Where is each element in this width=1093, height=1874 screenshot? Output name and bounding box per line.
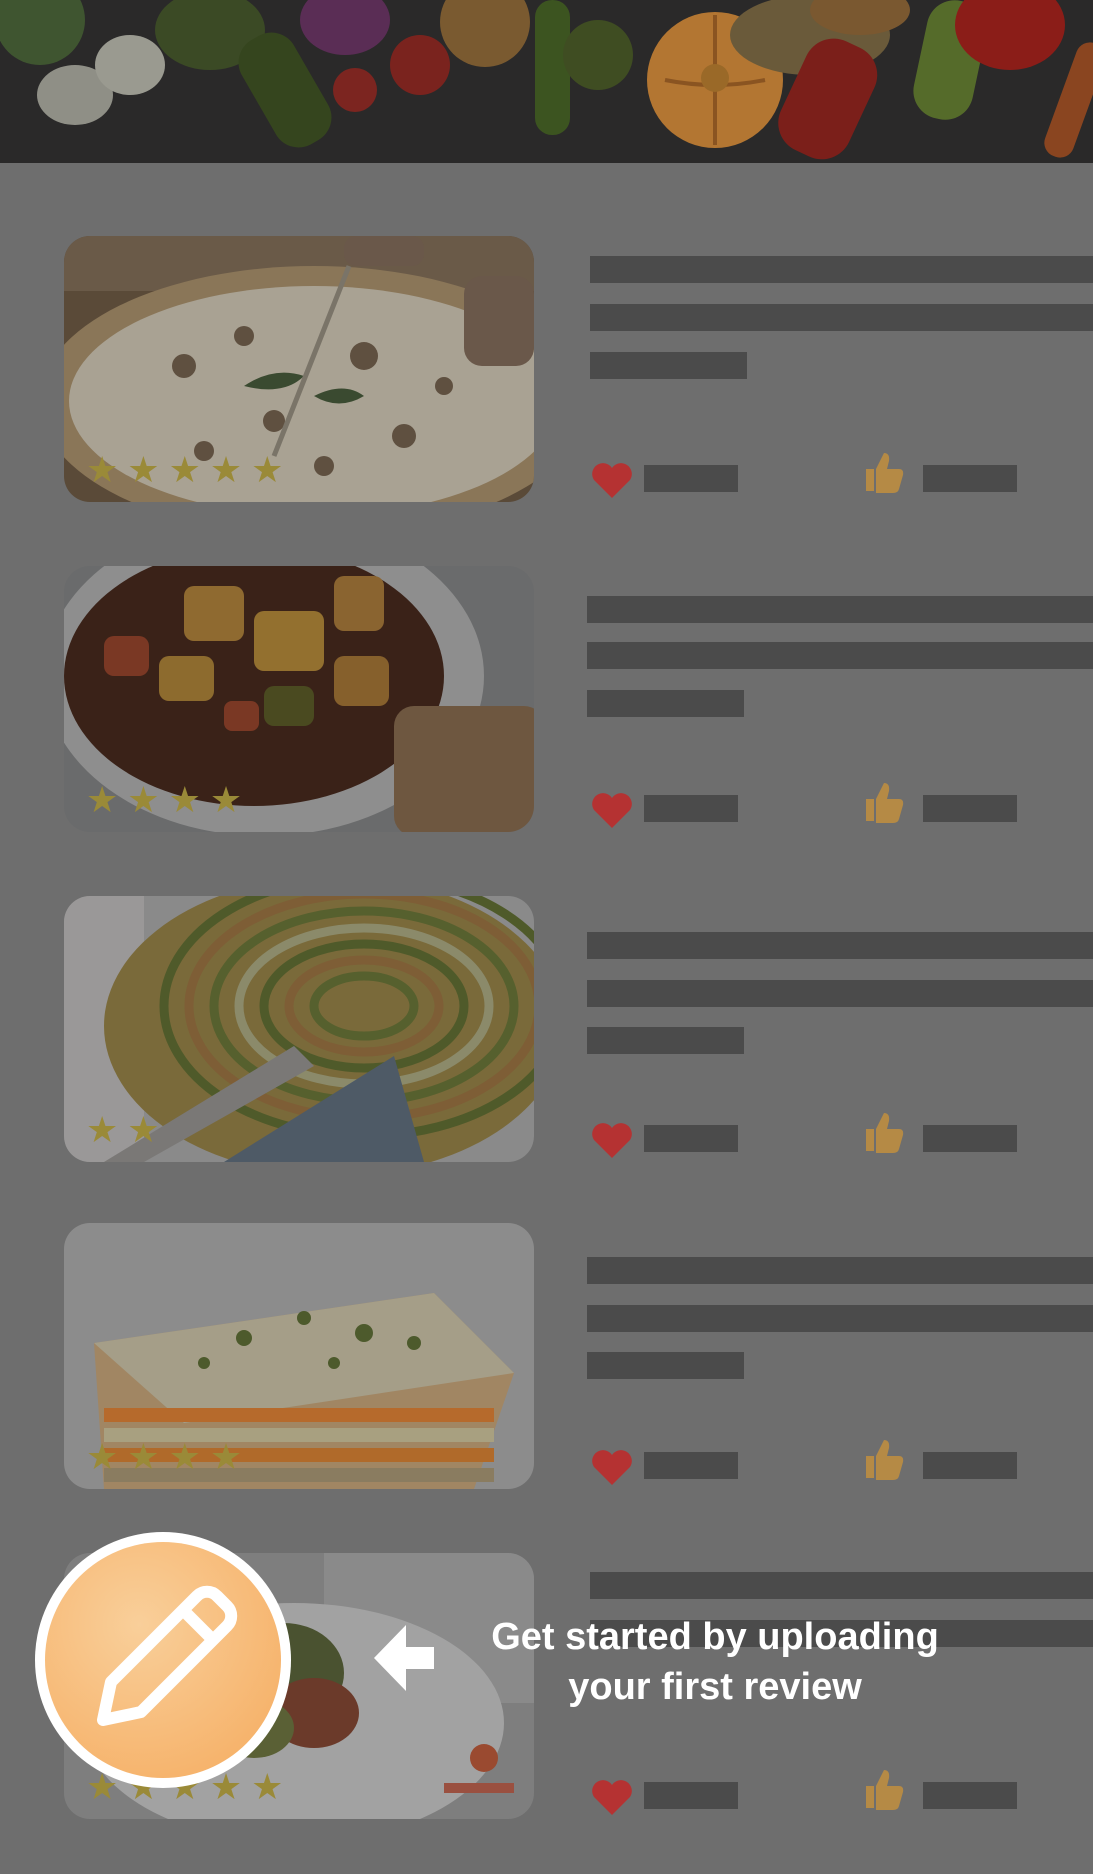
title-placeholder (587, 1257, 1093, 1284)
star-icon: ★ (168, 779, 201, 820)
rating-stars: ★ ★ ★ ★ (86, 782, 242, 818)
pencil-icon (97, 1585, 238, 1726)
star-icon: ★ (127, 1436, 160, 1477)
title-placeholder (590, 304, 1093, 331)
star-icon: ★ (86, 779, 119, 820)
star-icon: ★ (209, 779, 243, 820)
star-icon: ★ (168, 449, 201, 490)
rating-stars: ★ ★ ★ ★ (86, 1439, 242, 1475)
write-review-button[interactable] (35, 1532, 291, 1788)
hint-line-2: your first review (568, 1666, 862, 1708)
title-placeholder (590, 1572, 1093, 1599)
heart-icon[interactable] (590, 1777, 634, 1817)
recipe-card-image[interactable]: ★ ★ ★ ★ (64, 1223, 534, 1489)
subtitle-placeholder (587, 1027, 744, 1054)
thumbs-count-placeholder (923, 1452, 1017, 1479)
star-icon: ★ (127, 779, 160, 820)
star-icon: ★ (127, 449, 160, 490)
recipe-card-image[interactable]: ★★★★★ (64, 236, 534, 502)
subtitle-placeholder (587, 690, 744, 717)
arrow-left-icon (374, 1625, 434, 1691)
thumbs-count-placeholder (923, 795, 1017, 822)
title-placeholder (587, 980, 1093, 1007)
title-placeholder (587, 932, 1093, 959)
thumbs-up-icon[interactable] (858, 777, 906, 825)
heart-icon[interactable] (590, 460, 634, 500)
heart-icon[interactable] (590, 1120, 634, 1160)
hint-line-1: Get started by uploading (491, 1616, 939, 1658)
rating-stars: ★★★★★ (86, 452, 283, 488)
likes-count-placeholder (644, 795, 738, 822)
likes-count-placeholder (644, 1125, 738, 1152)
recipe-card-image[interactable]: ★ ★ ★ ★ (64, 566, 534, 832)
thumbs-count-placeholder (923, 1782, 1017, 1809)
heart-icon[interactable] (590, 1447, 634, 1487)
thumbs-up-icon[interactable] (858, 447, 906, 495)
star-icon: ★ (86, 1109, 119, 1150)
thumbs-count-placeholder (923, 465, 1017, 492)
heart-icon[interactable] (590, 790, 634, 830)
star-icon: ★ (209, 1436, 243, 1477)
likes-count-placeholder (644, 1782, 738, 1809)
star-icon: ★ (251, 449, 284, 490)
star-icon: ★ (127, 1109, 160, 1150)
title-placeholder (587, 642, 1093, 669)
thumbs-up-icon[interactable] (858, 1107, 906, 1155)
likes-count-placeholder (644, 465, 738, 492)
title-placeholder (587, 596, 1093, 623)
likes-count-placeholder (644, 1452, 738, 1479)
subtitle-placeholder (587, 1352, 744, 1379)
title-placeholder (590, 256, 1093, 283)
star-icon: ★ (209, 449, 243, 490)
onboarding-hint: Get started by uploading your first revi… (450, 1612, 980, 1712)
title-placeholder (587, 1305, 1093, 1332)
write-review-button-face[interactable] (45, 1542, 281, 1778)
subtitle-placeholder (590, 352, 747, 379)
thumbs-up-icon[interactable] (858, 1764, 906, 1812)
recipe-card-image[interactable]: ★ ★ (64, 896, 534, 1162)
thumbs-count-placeholder (923, 1125, 1017, 1152)
thumbs-up-icon[interactable] (858, 1434, 906, 1482)
star-icon: ★ (86, 1436, 119, 1477)
star-icon: ★ (168, 1436, 201, 1477)
rating-stars: ★ ★ (86, 1112, 160, 1148)
vegetables-banner (0, 0, 1093, 163)
star-icon: ★ (86, 449, 119, 490)
